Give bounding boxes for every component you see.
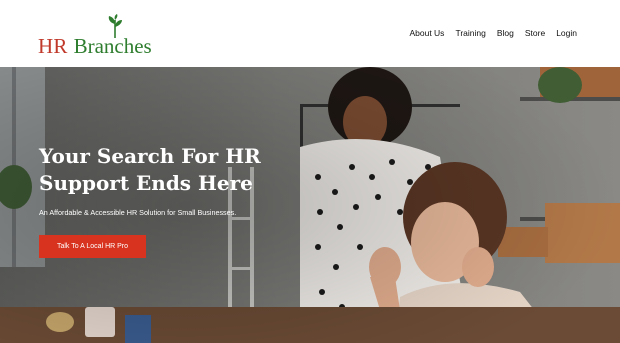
nav-about-us[interactable]: About Us [409,28,444,38]
site-header: HR Branches About Us Training Blog Store… [0,0,620,67]
sprout-icon [108,14,122,38]
site-logo[interactable]: HR Branches [38,34,152,58]
main-nav: About Us Training Blog Store Login [409,28,577,38]
hero-headline-line1: Your Search For HR [39,144,261,168]
nav-training[interactable]: Training [455,28,485,38]
logo-hr-text: HR [38,34,68,58]
hero-subheadline: An Affordable & Accessible HR Solution f… [39,208,237,217]
talk-to-hr-pro-button[interactable]: Talk To A Local HR Pro [39,235,146,258]
hero-headline-line2: Support Ends Here [39,171,253,195]
nav-blog[interactable]: Blog [497,28,514,38]
nav-store[interactable]: Store [525,28,545,38]
hero-headline: Your Search For HR Support Ends Here [39,143,299,197]
nav-login[interactable]: Login [556,28,577,38]
hero-section: Your Search For HR Support Ends Here An … [0,67,620,343]
hero-background-photo [0,67,620,343]
